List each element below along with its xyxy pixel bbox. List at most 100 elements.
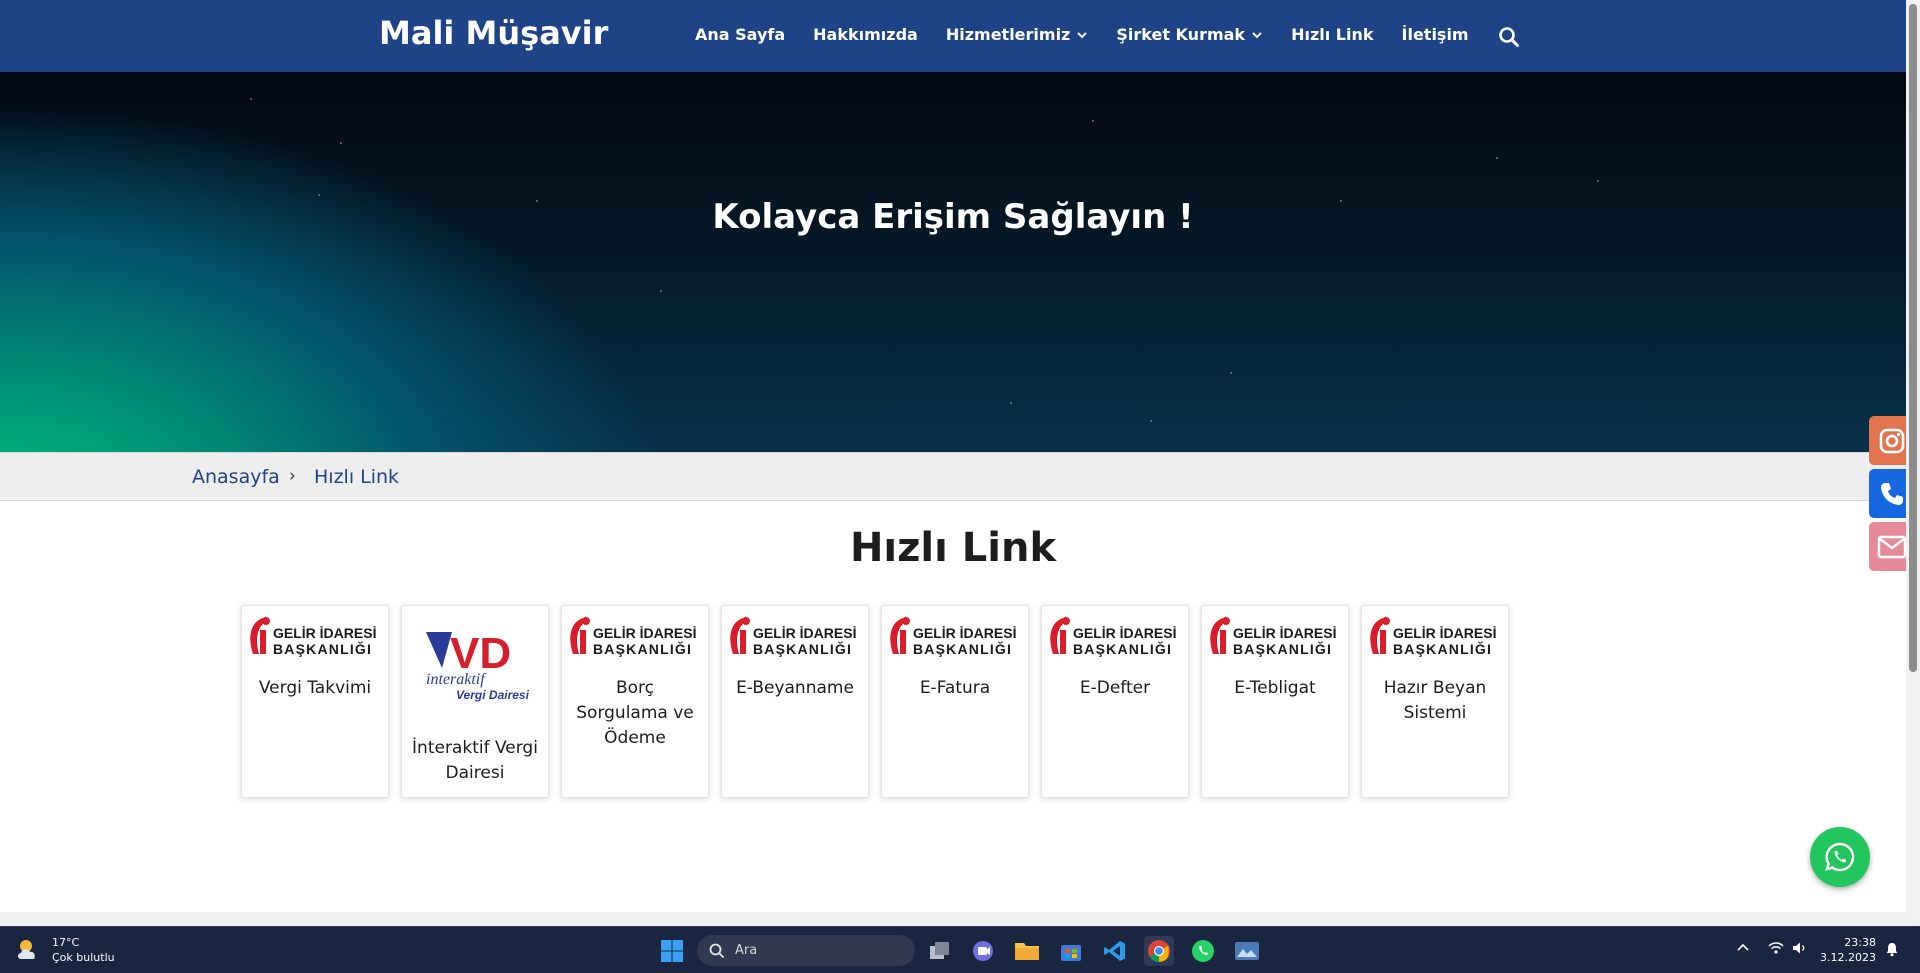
start-button[interactable] (657, 936, 687, 966)
clock-date: 3.12.2023 (1820, 951, 1876, 964)
folder-icon (1015, 943, 1039, 960)
card-label: Borç Sorgulama ve Ödeme (576, 678, 694, 748)
file-explorer-button[interactable] (1012, 936, 1042, 966)
quick-link-card[interactable]: GELİR İDARESİ BAŞKANLIĞI E-Defter (1041, 605, 1189, 798)
quick-link-card[interactable]: GELİR İDARESİ BAŞKANLIĞI Hazır Beyan Sis… (1361, 605, 1509, 798)
vscode-button[interactable] (1100, 936, 1130, 966)
svg-text:BAŞKANLIĞI: BAŞKANLIĞI (1233, 640, 1332, 657)
menu-item-contact[interactable]: İletişim (1402, 25, 1469, 44)
chevron-down-icon (1252, 31, 1262, 38)
breadcrumb-current[interactable]: Hızlı Link (314, 466, 399, 488)
svg-text:GELİR İDARESİ: GELİR İDARESİ (1393, 625, 1496, 641)
page: Mali Müşavir Ana Sayfa Hakkımızda Hizmet… (0, 0, 1920, 973)
quick-link-card[interactable]: GELİR İDARESİ BAŞKANLIĞI E-Fatura (881, 605, 1029, 798)
svg-text:BAŞKANLIĞI: BAŞKANLIĞI (753, 640, 852, 657)
quick-link-card[interactable]: GELİR İDARESİ BAŞKANLIĞI Vergi Takvimi (241, 605, 389, 798)
windows-icon (661, 940, 683, 962)
search-icon[interactable] (1498, 26, 1520, 48)
quick-link-cards: GELİR İDARESİ BAŞKANLIĞI Vergi Takvimi V… (241, 605, 1509, 798)
svg-text:BAŞKANLIĞI: BAŞKANLIĞI (913, 640, 1012, 657)
card-label: Vergi Takvimi (258, 678, 372, 698)
svg-text:GELİR İDARESİ: GELİR İDARESİ (1073, 625, 1176, 641)
teams-chat-button[interactable] (968, 936, 998, 966)
footer-edge (0, 912, 1906, 926)
system-clock[interactable]: 23:38 3.12.2023 (1818, 935, 1876, 965)
svg-text:BAŞKANLIĞI: BAŞKANLIĞI (593, 640, 692, 657)
photos-button[interactable] (1232, 936, 1262, 966)
menu-item-services[interactable]: Hizmetlerimiz (946, 25, 1089, 44)
page-scrollbar[interactable] (1906, 0, 1920, 926)
main-menu: Ana Sayfa Hakkımızda Hizmetlerimiz Şirke… (695, 25, 1469, 44)
vscode-icon (1104, 941, 1125, 961)
whatsapp-icon (1192, 940, 1214, 962)
weather-widget[interactable]: 17°C Çok bulutlu (14, 935, 115, 965)
weather-description: Çok bulutlu (52, 951, 115, 964)
taskbar-search-placeholder: Ara (735, 943, 758, 958)
photos-icon (1235, 942, 1259, 960)
quick-link-card[interactable]: GELİR İDARESİ BAŞKANLIĞI Borç Sorgulama … (561, 605, 709, 798)
quick-link-card[interactable]: GELİR İDARESİ BAŞKANLIĞI E-Tebligat (1201, 605, 1349, 798)
menu-item-label: Şirket Kurmak (1116, 25, 1246, 44)
gib-logo: GELİR İDARESİ BAŞKANLIĞI (730, 617, 856, 657)
whatsapp-button[interactable] (1810, 827, 1870, 887)
quick-link-card[interactable]: VD interaktif Vergi Dairesi İnteraktif V… (401, 605, 549, 798)
interaktif-vergi-dairesi-logo: VD interaktif Vergi Dairesi (426, 629, 530, 702)
gib-logo: GELİR İDARESİ BAŞKANLIĞI (250, 617, 376, 657)
search-icon (709, 943, 725, 958)
weather-temperature: 17°C (52, 936, 80, 949)
quick-link-card[interactable]: GELİR İDARESİ BAŞKANLIĞI E-Beyanname (721, 605, 869, 798)
chevron-down-icon (1077, 31, 1088, 38)
gib-logo: GELİR İDARESİ BAŞKANLIĞI (1370, 617, 1496, 657)
whatsapp-icon (1825, 842, 1855, 872)
windows-taskbar: 17°C Çok bulutlu Ara 23:38 3.12.2023 (0, 926, 1920, 973)
gib-logo: GELİR İDARESİ BAŞKANLIĞI (1050, 617, 1176, 657)
task-view-icon (930, 942, 949, 959)
clock-time: 23:38 (1844, 936, 1876, 949)
taskbar-search[interactable]: Ara (697, 935, 915, 966)
menu-item-label: Hizmetlerimiz (945, 25, 1071, 44)
mail-icon (1877, 535, 1906, 558)
chrome-button[interactable] (1144, 936, 1174, 966)
scrollbar-thumb[interactable] (1909, 4, 1917, 672)
task-view-button[interactable] (925, 936, 955, 966)
menu-item-company[interactable]: Şirket Kurmak (1116, 25, 1263, 44)
card-label: E-Fatura (919, 678, 991, 698)
hero-title: Kolayca Erişim Sağlayın ! (712, 197, 1194, 237)
site-brand[interactable]: Mali Müşavir (379, 14, 608, 52)
breadcrumb-home-link[interactable]: Anasayfa (192, 466, 280, 488)
volume-icon[interactable] (1792, 941, 1808, 955)
breadcrumb-separator: › (289, 466, 296, 486)
menu-item-label: İletişim (1401, 25, 1469, 44)
card-label: İnteraktif Vergi Dairesi (412, 738, 538, 783)
menu-item-quick-link[interactable]: Hızlı Link (1291, 25, 1373, 44)
section-title: Hızlı Link (849, 525, 1057, 571)
chat-icon (973, 941, 993, 961)
chevron-up-icon[interactable] (1736, 941, 1750, 955)
svg-text:BAŞKANLIĞI: BAŞKANLIĞI (1073, 640, 1172, 657)
menu-item-about[interactable]: Hakkımızda (813, 25, 918, 44)
whatsapp-app-button[interactable] (1188, 936, 1218, 966)
card-label: E-Tebligat (1234, 678, 1316, 698)
svg-text:GELİR İDARESİ: GELİR İDARESİ (753, 625, 856, 641)
gib-logo: GELİR İDARESİ BAŞKANLIĞI (570, 617, 696, 657)
instagram-icon (1879, 428, 1904, 453)
gib-logo: GELİR İDARESİ BAŞKANLIĞI (1210, 617, 1336, 657)
notification-bell-icon[interactable] (1884, 941, 1900, 957)
top-navbar: Mali Müşavir Ana Sayfa Hakkımızda Hizmet… (0, 0, 1906, 72)
svg-text:GELİR İDARESİ: GELİR İDARESİ (273, 625, 376, 641)
gib-logo: GELİR İDARESİ BAŞKANLIĞI (890, 617, 1016, 657)
card-label: E-Defter (1079, 678, 1151, 698)
menu-item-home[interactable]: Ana Sayfa (695, 25, 785, 44)
svg-text:GELİR İDARESİ: GELİR İDARESİ (1233, 625, 1336, 641)
card-label: E-Beyanname (736, 678, 854, 698)
wifi-icon[interactable] (1768, 941, 1784, 955)
menu-item-label: Ana Sayfa (695, 25, 786, 44)
store-button[interactable] (1056, 936, 1086, 966)
menu-item-label: Hızlı Link (1291, 25, 1374, 44)
svg-text:GELİR İDARESİ: GELİR İDARESİ (913, 625, 1016, 641)
menu-item-label: Hakkımızda (813, 25, 918, 44)
hero-banner: Kolayca Erişim Sağlayın ! (0, 72, 1906, 452)
phone-icon (1880, 482, 1903, 505)
svg-text:GELİR İDARESİ: GELİR İDARESİ (593, 625, 696, 641)
cloud-sun-icon (18, 940, 35, 959)
